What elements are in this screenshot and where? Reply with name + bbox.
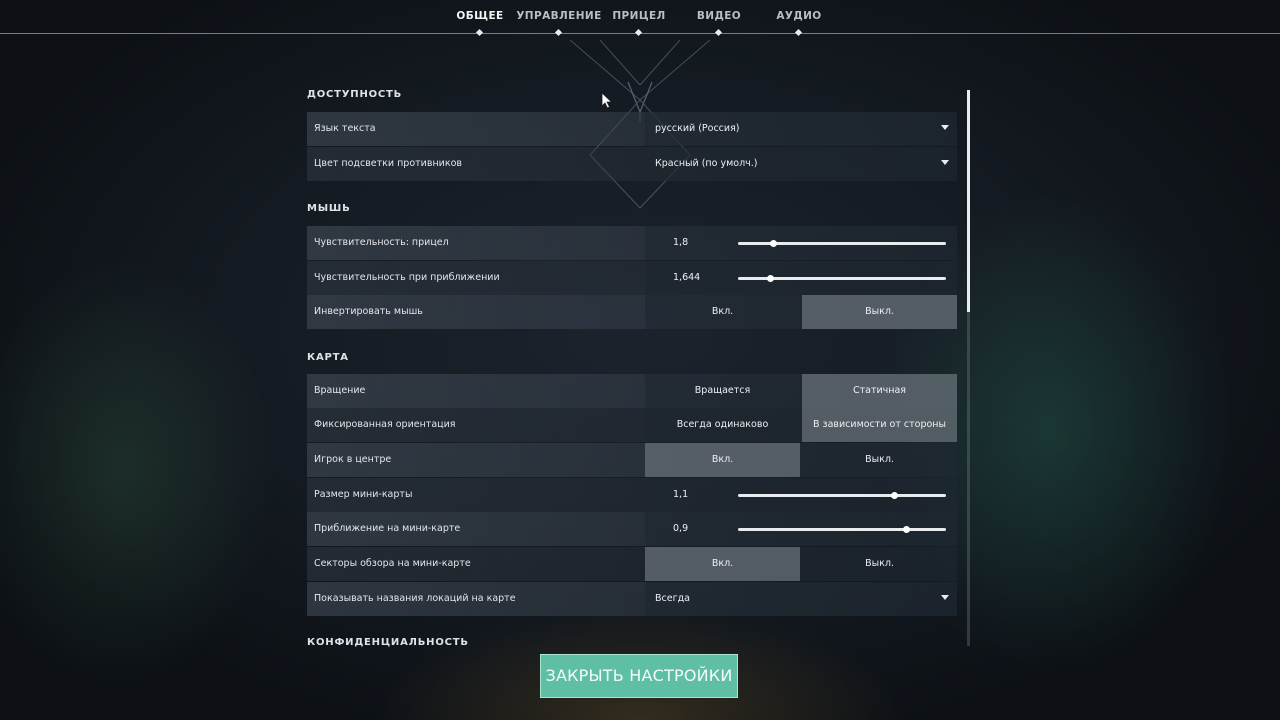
tab-marker-icon (634, 28, 643, 37)
chevron-down-icon (941, 125, 949, 130)
option-off-button[interactable]: Выкл. (802, 295, 957, 329)
chevron-down-icon (941, 160, 949, 165)
location-names-dropdown[interactable]: Всегда (645, 582, 957, 616)
setting-enemy-highlight-color: Цвет подсветки противников Красный (по у… (307, 147, 957, 181)
setting-label: Приближение на мини-карте (314, 523, 461, 534)
dropdown-value: Всегда (655, 593, 690, 604)
slider-handle[interactable] (770, 240, 778, 247)
slider-handle[interactable] (903, 526, 911, 533)
setting-label: Игрок в центре (314, 454, 392, 465)
tab-general[interactable]: ОБЩЕЕ (435, 10, 525, 37)
setting-minimap-zoom: Приближение на мини-карте 0,9 (307, 512, 957, 546)
minimap-zoom-slider[interactable]: 0,9 (645, 512, 957, 546)
dropdown-value: русский (Россия) (655, 123, 740, 134)
slider-value: 0,9 (673, 523, 689, 534)
slider-track[interactable] (738, 240, 946, 247)
option-rotating-button[interactable]: Вращается (645, 374, 800, 408)
option-off-button[interactable]: Выкл. (802, 547, 957, 581)
fixed-orientation-toggle: Всегда одинаково В зависимости от сторон… (645, 408, 957, 442)
close-settings-button[interactable]: ЗАКРЫТЬ НАСТРОЙКИ (540, 654, 738, 698)
chevron-down-icon (941, 595, 949, 600)
tab-audio-label: АУДИО (776, 10, 822, 22)
setting-label: Фиксированная ориентация (314, 419, 456, 430)
setting-player-centered: Игрок в центре Вкл. Выкл. (307, 443, 957, 477)
tab-marker-icon (794, 28, 803, 37)
section-title-mouse: МЫШЬ (307, 203, 351, 214)
scrollbar-thumb[interactable] (967, 90, 970, 313)
invert-mouse-toggle: Вкл. Выкл. (645, 295, 957, 329)
tab-marker-icon (475, 28, 484, 37)
option-off-button[interactable]: Выкл. (802, 443, 957, 477)
tab-video-label: ВИДЕО (696, 10, 742, 22)
tab-crosshair-label: ПРИЦЕЛ (612, 10, 666, 22)
tab-video[interactable]: ВИДЕО (674, 10, 764, 37)
sensitivity-zoom-slider[interactable]: 1,644 (645, 261, 957, 295)
option-always-same-button[interactable]: Всегда одинаково (645, 408, 800, 442)
setting-label: Цвет подсветки противников (314, 158, 462, 169)
dropdown-value: Красный (по умолч.) (655, 158, 758, 169)
setting-sensitivity-aim: Чувствительность: прицел 1,8 (307, 226, 957, 260)
setting-location-names: Показывать названия локаций на карте Все… (307, 582, 957, 616)
minimap-vision-toggle: Вкл. Выкл. (645, 547, 957, 581)
option-on-button[interactable]: Вкл. (645, 547, 800, 581)
setting-label: Чувствительность: прицел (314, 237, 449, 248)
section-title-privacy: КОНФИДЕНЦИАЛЬНОСТЬ (307, 637, 469, 648)
map-rotation-toggle: Вращается Статичная (645, 374, 957, 408)
enemy-highlight-dropdown[interactable]: Красный (по умолч.) (645, 147, 957, 181)
tab-crosshair[interactable]: ПРИЦЕЛ (594, 10, 684, 37)
section-title-accessibility: ДОСТУПНОСТЬ (307, 89, 403, 100)
tab-marker-icon (554, 28, 563, 37)
setting-fixed-orientation: Фиксированная ориентация Всегда одинаков… (307, 408, 957, 442)
setting-text-language: Язык текста русский (Россия) (307, 112, 957, 146)
option-based-on-side-button[interactable]: В зависимости от стороны (802, 408, 957, 442)
setting-label: Чувствительность при приближении (314, 272, 500, 283)
slider-value: 1,8 (673, 237, 689, 248)
setting-minimap-vision-cones: Секторы обзора на мини-карте Вкл. Выкл. (307, 547, 957, 581)
option-static-button[interactable]: Статичная (802, 374, 957, 408)
tab-general-label: ОБЩЕЕ (456, 10, 504, 22)
sensitivity-aim-slider[interactable]: 1,8 (645, 226, 957, 260)
text-language-dropdown[interactable]: русский (Россия) (645, 112, 957, 146)
slider-handle[interactable] (891, 492, 898, 499)
tab-controls-label: УПРАВЛЕНИЕ (516, 10, 602, 22)
setting-label: Размер мини-карты (314, 489, 413, 500)
setting-label: Показывать названия локаций на карте (314, 593, 516, 604)
setting-minimap-size: Размер мини-карты 1,1 (307, 478, 957, 512)
tab-controls[interactable]: УПРАВЛЕНИЕ (514, 10, 604, 37)
settings-panel: ДОСТУПНОСТЬ Язык текста русский (Россия)… (306, 84, 958, 650)
setting-label: Вращение (314, 385, 366, 396)
setting-invert-mouse: Инвертировать мышь Вкл. Выкл. (307, 295, 957, 329)
slider-handle[interactable] (767, 275, 775, 282)
slider-track[interactable] (738, 275, 946, 282)
tab-audio[interactable]: АУДИО (754, 10, 844, 37)
slider-value: 1,1 (673, 489, 689, 500)
mouse-cursor-icon (602, 93, 613, 109)
minimap-size-slider[interactable]: 1,1 (645, 478, 957, 512)
option-on-button[interactable]: Вкл. (645, 443, 800, 477)
setting-sensitivity-zoom: Чувствительность при приближении 1,644 (307, 261, 957, 295)
player-centered-toggle: Вкл. Выкл. (645, 443, 957, 477)
slider-value: 1,644 (673, 272, 701, 283)
setting-label: Инвертировать мышь (314, 306, 423, 317)
settings-scrollbar[interactable] (967, 90, 970, 646)
setting-map-rotation: Вращение Вращается Статичная (307, 374, 957, 408)
setting-label: Язык текста (314, 123, 376, 134)
slider-track[interactable] (738, 492, 946, 499)
section-title-map: КАРТА (307, 352, 349, 363)
slider-track[interactable] (738, 526, 946, 533)
option-on-button[interactable]: Вкл. (645, 295, 800, 329)
top-navigation: ОБЩЕЕ УПРАВЛЕНИЕ ПРИЦЕЛ ВИДЕО АУДИО (0, 0, 1280, 37)
tab-marker-icon (714, 28, 723, 37)
setting-label: Секторы обзора на мини-карте (314, 558, 471, 569)
